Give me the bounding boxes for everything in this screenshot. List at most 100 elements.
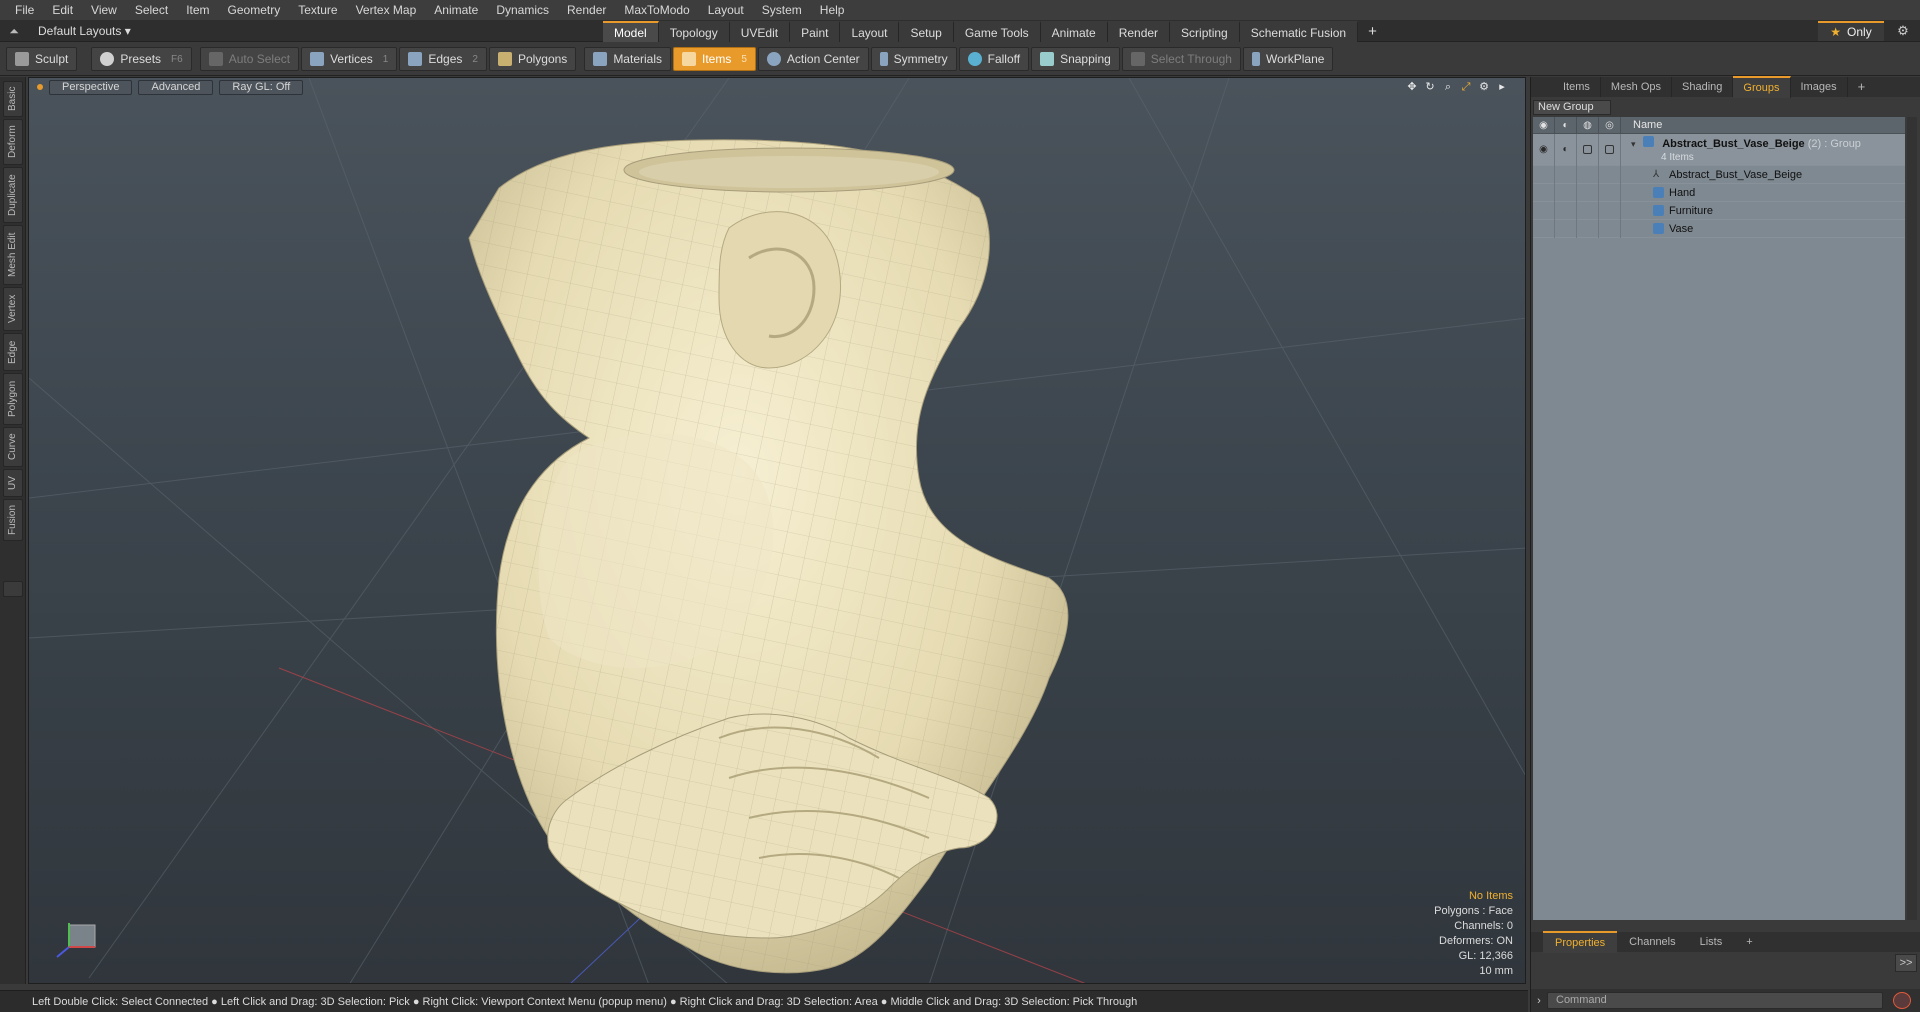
tab-properties[interactable]: Properties xyxy=(1543,931,1618,953)
tab-model[interactable]: Model xyxy=(603,21,659,42)
tab-layout[interactable]: Layout xyxy=(840,21,900,42)
menu-help[interactable]: Help xyxy=(811,0,854,20)
bust-vase-model[interactable] xyxy=(468,139,1069,974)
expand-arrow-icon[interactable]: ▾ xyxy=(1631,139,1636,149)
menu-file[interactable]: File xyxy=(6,0,43,20)
menu-vertex-map[interactable]: Vertex Map xyxy=(347,0,426,20)
list-item[interactable]: Hand xyxy=(1533,183,1905,202)
tab-game-tools[interactable]: Game Tools xyxy=(953,21,1041,42)
vtab-curve[interactable]: Curve xyxy=(3,427,23,467)
tab-shading[interactable]: Shading xyxy=(1672,77,1734,97)
lock-toggle[interactable] xyxy=(1577,133,1599,166)
menu-system[interactable]: System xyxy=(753,0,811,20)
new-group-button[interactable]: New Group xyxy=(1533,100,1611,115)
rotate-view-icon[interactable]: ↻ xyxy=(1421,80,1439,94)
edges-button[interactable]: Edges 2 xyxy=(399,47,487,71)
move-view-icon[interactable]: ✥ xyxy=(1403,80,1421,94)
tab-uvedit[interactable]: UVEdit xyxy=(729,21,791,42)
vtab-mesh-edit[interactable]: Mesh Edit xyxy=(3,225,23,285)
tab-setup[interactable]: Setup xyxy=(899,21,954,42)
add-tab-icon[interactable]: + xyxy=(1848,77,1876,97)
raygl-button[interactable]: Ray GL: Off xyxy=(219,79,304,95)
tab-schematic-fusion[interactable]: Schematic Fusion xyxy=(1239,21,1359,42)
list-item[interactable]: ⅄ Abstract_Bust_Vase_Beige xyxy=(1533,165,1905,184)
info-polygons: Polygons : Face xyxy=(1434,905,1513,917)
expand-button[interactable]: >> xyxy=(1895,954,1917,972)
tab-images[interactable]: Images xyxy=(1791,77,1848,97)
tab-topology[interactable]: Topology xyxy=(658,21,730,42)
vtab-duplicate[interactable]: Duplicate xyxy=(3,167,23,223)
tab-items[interactable]: Items xyxy=(1553,77,1601,97)
polygons-button[interactable]: Polygons xyxy=(488,47,577,71)
menu-geometry[interactable]: Geometry xyxy=(219,0,290,20)
menu-animate[interactable]: Animate xyxy=(425,0,487,20)
vtab-polygon[interactable]: Polygon xyxy=(3,373,23,425)
vtab-extra[interactable] xyxy=(3,581,23,597)
zoom-view-icon[interactable]: ⌕ xyxy=(1439,80,1457,94)
gear-icon[interactable]: ⚙ xyxy=(1893,22,1913,40)
command-input[interactable]: Command xyxy=(1547,992,1883,1009)
vtab-vertex[interactable]: Vertex xyxy=(3,287,23,331)
layout-selector[interactable]: Default Layouts ▾ xyxy=(28,22,141,40)
vertices-button[interactable]: Vertices 1 xyxy=(301,47,398,71)
auto-select-button[interactable]: Auto Select xyxy=(199,47,300,71)
falloff-button[interactable]: Falloff xyxy=(958,47,1030,71)
only-toggle[interactable]: ★ Only xyxy=(1818,21,1884,41)
tab-mesh-ops[interactable]: Mesh Ops xyxy=(1601,77,1673,97)
vtab-fusion[interactable]: Fusion xyxy=(3,499,23,541)
eye-icon[interactable]: ◉ xyxy=(1533,133,1555,166)
menu-view[interactable]: View xyxy=(82,0,126,20)
command-history-icon[interactable] xyxy=(1893,992,1911,1009)
tab-animate[interactable]: Animate xyxy=(1040,21,1108,42)
tab-channels[interactable]: Channels xyxy=(1617,932,1687,952)
group-row[interactable]: ◉ ◐ ▾ Abstract_Bust_Vase_Beige (2) : Gro… xyxy=(1533,133,1905,166)
viewport-settings-icon[interactable]: ⚙ xyxy=(1475,80,1493,94)
add-tab-icon[interactable]: + xyxy=(1734,932,1764,952)
tab-paint[interactable]: Paint xyxy=(790,21,841,42)
tab-lists[interactable]: Lists xyxy=(1688,932,1735,952)
tab-scripting[interactable]: Scripting xyxy=(1170,21,1240,42)
name-column-header[interactable]: Name xyxy=(1621,119,1662,131)
info-channels: Channels: 0 xyxy=(1454,920,1513,932)
fit-view-icon[interactable]: ⤢ xyxy=(1457,80,1475,94)
menu-edit[interactable]: Edit xyxy=(43,0,82,20)
vtab-basic[interactable]: Basic xyxy=(3,81,23,117)
menu-select[interactable]: Select xyxy=(126,0,177,20)
add-tab-icon[interactable]: + xyxy=(1358,21,1387,42)
select-through-button[interactable]: Select Through xyxy=(1121,47,1241,71)
menu-maxtomodo[interactable]: MaxToModo xyxy=(615,0,698,20)
items-button[interactable]: Items 5 xyxy=(673,47,756,71)
shading-mode-button[interactable]: Advanced xyxy=(138,79,214,95)
tab-groups[interactable]: Groups xyxy=(1733,76,1791,98)
view-mode-button[interactable]: Perspective xyxy=(49,79,133,95)
visibility-column-icon[interactable]: ◉ xyxy=(1533,116,1555,134)
menu-layout[interactable]: Layout xyxy=(699,0,753,20)
lock-column-icon[interactable]: ◍ xyxy=(1577,116,1599,134)
snapping-button[interactable]: Snapping xyxy=(1031,47,1120,71)
menu-item[interactable]: Item xyxy=(177,0,218,20)
symmetry-button[interactable]: Symmetry xyxy=(870,47,957,71)
list-item[interactable]: Furniture xyxy=(1533,201,1905,220)
workplane-button[interactable]: WorkPlane xyxy=(1242,47,1334,71)
action-center-button[interactable]: Action Center xyxy=(757,47,869,71)
render-toggle-icon[interactable]: ◐ xyxy=(1555,133,1577,166)
menu-render[interactable]: Render xyxy=(558,0,615,20)
select-toggle[interactable] xyxy=(1599,133,1621,166)
tab-render[interactable]: Render xyxy=(1107,21,1171,42)
render-column-icon[interactable]: ◐ xyxy=(1555,116,1577,134)
menu-texture[interactable]: Texture xyxy=(289,0,346,20)
viewport-expand-icon[interactable]: ▸ xyxy=(1493,80,1511,94)
list-item[interactable]: Vase xyxy=(1533,219,1905,238)
vtab-deform[interactable]: Deform xyxy=(3,119,23,165)
3d-viewport[interactable]: Perspective Advanced Ray GL: Off ✥ ↻ ⌕ ⤢… xyxy=(28,77,1526,984)
groups-scrollbar[interactable] xyxy=(1907,117,1917,920)
materials-button[interactable]: Materials xyxy=(584,47,671,71)
menu-dynamics[interactable]: Dynamics xyxy=(487,0,558,20)
presets-button[interactable]: Presets F6 xyxy=(91,47,192,71)
sculpt-button[interactable]: Sculpt xyxy=(6,47,78,71)
select-column-icon[interactable]: ◎ xyxy=(1599,116,1621,134)
command-bar: › Command xyxy=(1531,989,1920,1012)
vtab-uv[interactable]: UV xyxy=(3,469,23,497)
vtab-edge[interactable]: Edge xyxy=(3,333,23,371)
collapse-icon[interactable]: ⏶ xyxy=(6,23,22,39)
